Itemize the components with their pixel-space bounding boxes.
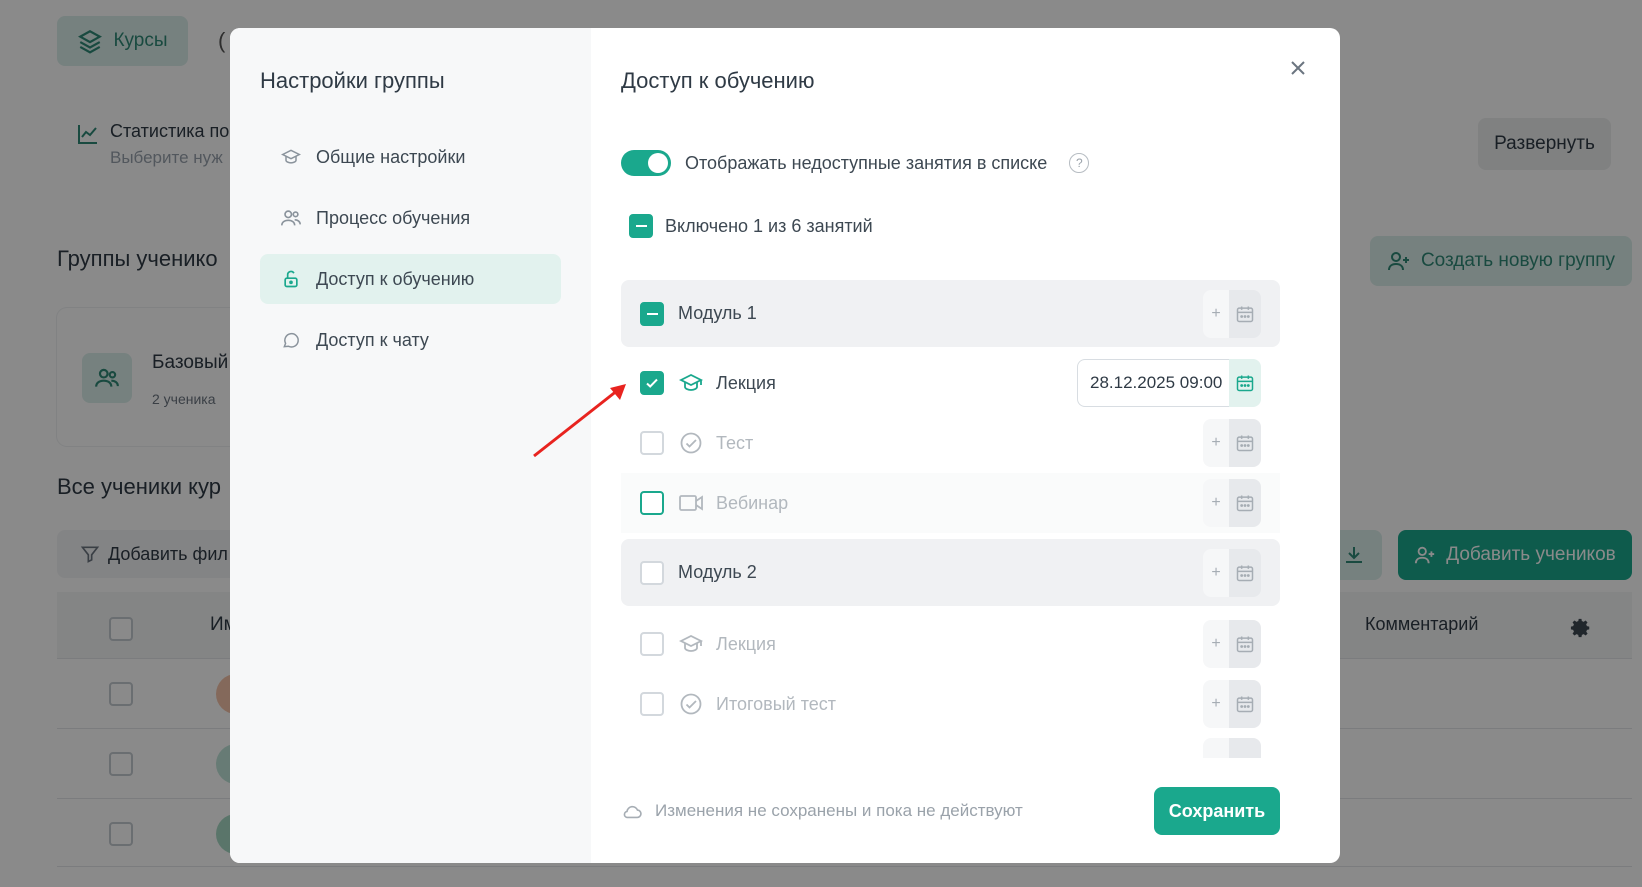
calendar-icon xyxy=(1236,306,1254,322)
users-icon xyxy=(280,207,302,229)
nav-label: Общие настройки xyxy=(316,146,466,167)
lesson-checkbox[interactable] xyxy=(640,491,664,515)
lesson-row: Лекция + xyxy=(621,614,1280,674)
add-date-button[interactable]: + xyxy=(1203,680,1229,728)
check-circle-icon xyxy=(678,430,704,456)
add-date-button[interactable]: + xyxy=(1203,419,1229,467)
lesson-row: Вебинар + xyxy=(621,473,1280,533)
show-unavailable-row: Отображать недоступные занятия в списке … xyxy=(621,150,1090,176)
unsaved-note: Изменения не сохранены и пока не действу… xyxy=(621,801,1023,821)
unsaved-note-text: Изменения не сохранены и пока не действу… xyxy=(655,801,1023,820)
calendar-button[interactable] xyxy=(1229,738,1261,758)
nav-item-learning-process[interactable]: Процесс обучения xyxy=(260,193,561,243)
lesson-checkbox[interactable] xyxy=(640,692,664,716)
module-label: Модуль 2 xyxy=(678,562,757,582)
calendar-button[interactable] xyxy=(1229,620,1261,668)
lesson-label: Итоговый тест xyxy=(716,693,837,714)
cloud-icon xyxy=(623,805,642,819)
date-control: + xyxy=(1203,548,1261,597)
modal-footer: Изменения не сохранены и пока не действу… xyxy=(621,787,1280,835)
lessons-list: Модуль 1 + Лекция 28.12.2025 09:00 Тест … xyxy=(621,280,1280,758)
date-control: 28.12.2025 09:00 xyxy=(1077,359,1261,407)
calendar-icon xyxy=(1236,495,1254,512)
add-date-button[interactable] xyxy=(1203,738,1229,758)
add-date-button[interactable]: + xyxy=(1203,289,1229,338)
check-icon xyxy=(646,378,658,388)
nav-label: Доступ к чату xyxy=(316,329,429,350)
date-time-input[interactable]: 28.12.2025 09:00 xyxy=(1077,359,1229,407)
module-label: Модуль 1 xyxy=(678,303,757,323)
add-date-button[interactable]: + xyxy=(1203,620,1229,668)
show-unavailable-toggle[interactable] xyxy=(621,150,671,176)
graduation-cap-icon xyxy=(678,370,704,396)
close-button[interactable] xyxy=(1284,54,1312,82)
date-control: + xyxy=(1203,620,1261,668)
calendar-icon xyxy=(1236,636,1254,653)
nav-item-chat-access[interactable]: Доступ к чату xyxy=(260,315,561,365)
module-row: Модуль 1 + xyxy=(621,280,1280,347)
add-date-button[interactable]: + xyxy=(1203,479,1229,527)
video-icon xyxy=(678,490,704,516)
module-checkbox[interactable] xyxy=(640,560,664,585)
group-settings-modal: Настройки группы Общие настройки Процесс… xyxy=(230,28,1340,863)
sidebar-title: Настройки группы xyxy=(260,68,445,93)
modal-content: Доступ к обучению Отображать недоступные… xyxy=(591,28,1340,863)
included-count-label: Включено 1 из 6 занятий xyxy=(665,215,873,236)
close-icon xyxy=(1291,61,1305,75)
calendar-icon xyxy=(1236,696,1254,713)
lock-open-icon xyxy=(280,268,302,290)
lesson-checkbox[interactable] xyxy=(640,632,664,656)
calendar-button[interactable] xyxy=(1229,359,1261,407)
select-all-lessons-checkbox[interactable] xyxy=(629,214,653,238)
date-control xyxy=(1203,738,1261,758)
nav-label: Процесс обучения xyxy=(316,207,471,228)
date-control: + xyxy=(1203,479,1261,527)
lesson-label: Вебинар xyxy=(716,492,789,513)
lesson-label: Тест xyxy=(716,432,754,453)
calendar-button[interactable] xyxy=(1229,289,1261,338)
date-control: + xyxy=(1203,419,1261,467)
check-circle-icon xyxy=(678,691,704,717)
calendar-icon xyxy=(1236,435,1254,452)
lesson-row: Тест + xyxy=(621,413,1280,473)
module-row: Модуль 2 + xyxy=(621,539,1280,606)
date-control: + xyxy=(1203,680,1261,728)
date-control: + xyxy=(1203,289,1261,338)
chat-icon xyxy=(280,329,302,351)
calendar-button[interactable] xyxy=(1229,680,1261,728)
page-title: Доступ к обучению xyxy=(621,68,815,93)
graduation-cap-icon xyxy=(280,146,302,168)
lesson-row: Лекция 28.12.2025 09:00 xyxy=(621,353,1280,413)
nav-label: Доступ к обучению xyxy=(316,268,475,289)
graduation-cap-icon xyxy=(678,631,704,657)
calendar-button[interactable] xyxy=(1229,419,1261,467)
help-icon[interactable]: ? xyxy=(1069,153,1090,173)
toggle-label: Отображать недоступные занятия в списке xyxy=(685,152,1048,173)
lesson-row-partial xyxy=(621,734,1280,758)
included-summary: Включено 1 из 6 занятий xyxy=(629,214,873,238)
module-checkbox[interactable] xyxy=(640,301,664,326)
calendar-icon xyxy=(1236,375,1254,392)
calendar-button[interactable] xyxy=(1229,548,1261,597)
add-date-button[interactable]: + xyxy=(1203,548,1229,597)
calendar-icon xyxy=(1236,565,1254,581)
lesson-label: Лекция xyxy=(716,633,776,654)
annotation-arrow xyxy=(533,384,626,458)
nav-item-learning-access[interactable]: Доступ к обучению xyxy=(260,254,561,304)
lesson-label: Лекция xyxy=(716,372,776,393)
lesson-row: Итоговый тест + xyxy=(621,674,1280,734)
lesson-checkbox[interactable] xyxy=(640,431,664,455)
calendar-button[interactable] xyxy=(1229,479,1261,527)
save-button[interactable]: Сохранить xyxy=(1154,787,1280,835)
lesson-checkbox[interactable] xyxy=(640,371,664,395)
nav-item-general[interactable]: Общие настройки xyxy=(260,132,561,182)
